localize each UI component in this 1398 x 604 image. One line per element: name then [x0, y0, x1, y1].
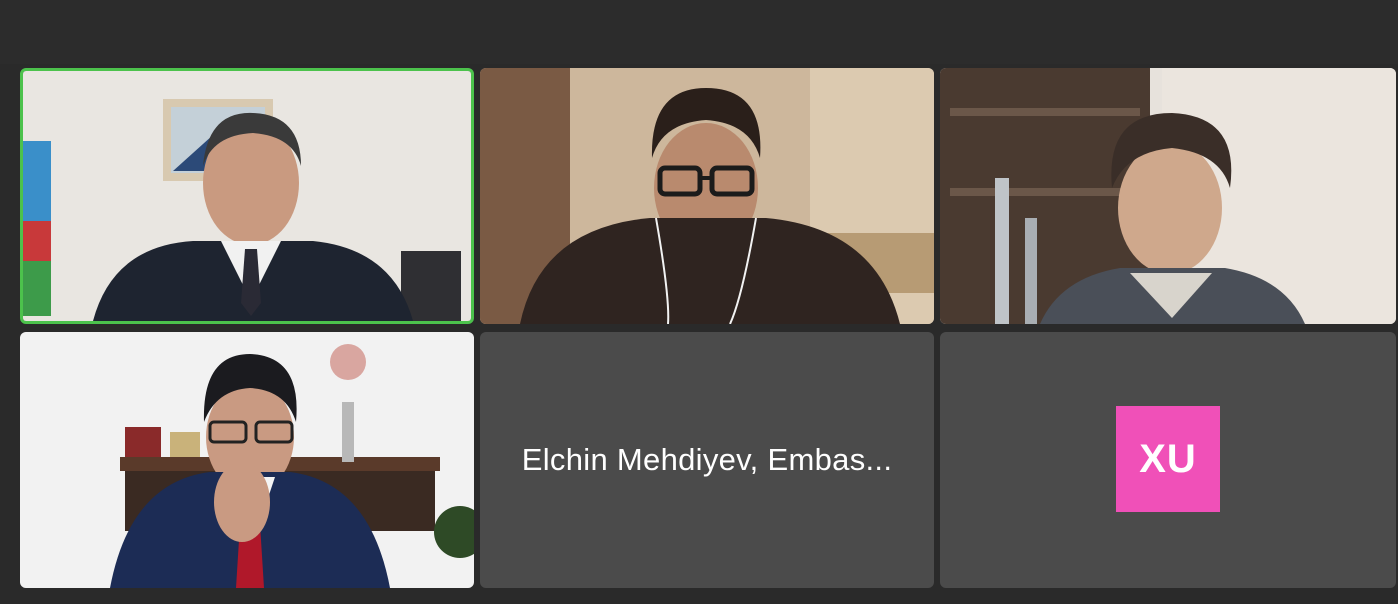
participant-video-3: [940, 68, 1396, 324]
participant-display-name: Elchin Mehdiyev, Embas...: [521, 442, 893, 477]
participant-video-4: [20, 332, 474, 588]
participant-video-tile-4[interactable]: [20, 332, 474, 588]
video-call-window: Elchin Mehdiyev, Embas... XU: [0, 0, 1398, 604]
participant-video-2: [480, 68, 934, 324]
participant-avatar-initials: XU: [1116, 406, 1220, 512]
participant-name-tile[interactable]: Elchin Mehdiyev, Embas...: [480, 332, 934, 588]
top-toolbar: [0, 0, 1398, 64]
participant-video-1: [23, 71, 471, 321]
participant-avatar-tile[interactable]: XU: [940, 332, 1396, 588]
participant-video-tile-1[interactable]: [20, 68, 474, 324]
participant-video-tile-2[interactable]: [480, 68, 934, 324]
participant-video-tile-3[interactable]: [940, 68, 1396, 324]
